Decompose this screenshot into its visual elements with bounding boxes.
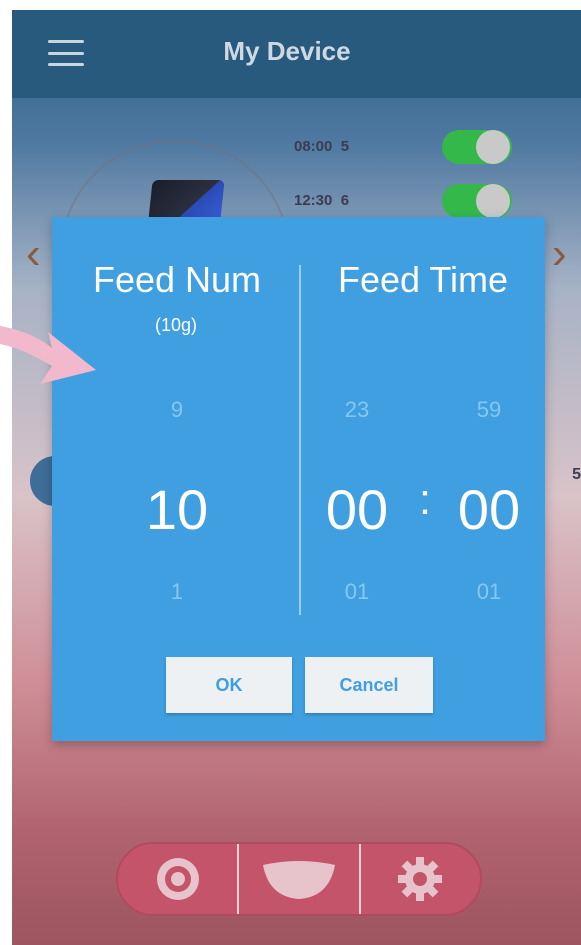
schedule-toggle[interactable] <box>442 184 512 218</box>
nav-feeder[interactable] <box>118 844 240 914</box>
nav-settings[interactable] <box>361 844 480 914</box>
bottom-nav <box>116 842 482 916</box>
hour-next-value[interactable]: 01 <box>322 579 392 605</box>
feed-num-header: Feed Num <box>92 259 262 300</box>
food-bowl-icon <box>262 861 335 899</box>
ok-button[interactable]: OK <box>166 657 292 713</box>
app-bar: My Device <box>12 10 581 98</box>
num-selected-value[interactable]: 10 <box>112 477 242 542</box>
chevron-left-icon[interactable]: ‹ <box>26 232 41 276</box>
column-divider <box>299 265 301 615</box>
gear-icon <box>398 857 443 901</box>
feed-num-unit: (10g) <box>154 315 198 335</box>
cancel-button[interactable]: Cancel <box>305 657 433 713</box>
feed-picker-dialog: Feed Num (10g) Feed Time 9 10 1 23 00 01… <box>52 217 545 741</box>
feed-time-header: Feed Time <box>337 259 509 300</box>
minute-prev-value[interactable]: 59 <box>454 397 524 423</box>
hour-selected-value[interactable]: 00 <box>307 477 407 542</box>
schedule-row[interactable]: 08:00 5 <box>294 126 534 166</box>
page-title: My Device <box>223 36 351 66</box>
minute-selected-value[interactable]: 00 <box>439 477 539 542</box>
time-separator: : <box>418 475 432 524</box>
schedule-time: 08:00 5 <box>294 137 350 155</box>
nav-bowl[interactable] <box>239 844 361 914</box>
hour-prev-value[interactable]: 23 <box>322 397 392 423</box>
schedule-row[interactable]: 12:30 6 <box>294 180 534 220</box>
feeder-disc-icon <box>156 858 199 900</box>
num-next-value[interactable]: 1 <box>142 579 212 605</box>
menu-icon[interactable] <box>48 40 84 66</box>
schedule-toggle[interactable] <box>442 130 512 164</box>
pointer-arrow-icon <box>0 326 96 384</box>
side-value: 5 <box>572 466 581 483</box>
chevron-right-icon[interactable]: › <box>552 232 567 276</box>
num-prev-value[interactable]: 9 <box>142 397 212 423</box>
minute-next-value[interactable]: 01 <box>454 579 524 605</box>
schedule-time: 12:30 6 <box>294 191 350 209</box>
